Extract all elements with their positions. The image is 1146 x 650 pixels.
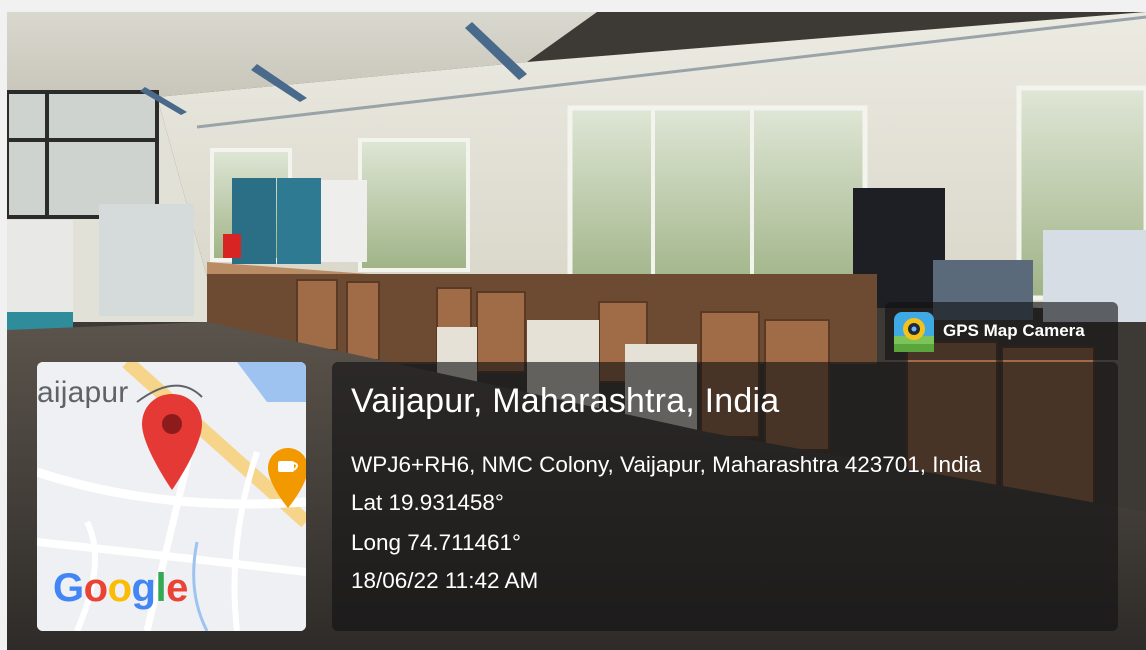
- google-logo-letter: o: [107, 566, 132, 610]
- google-logo-letter: o: [83, 566, 108, 610]
- google-logo-letter: e: [166, 566, 188, 610]
- google-logo-letter: G: [53, 566, 84, 610]
- location-latitude: Lat 19.931458°: [351, 490, 504, 515]
- location-pin-icon: [142, 394, 202, 490]
- google-logo-letter: l: [155, 566, 167, 610]
- coffee-cup-icon: [268, 448, 306, 508]
- location-title: Vaijapur, Maharashtra, India: [351, 382, 780, 420]
- location-address: WPJ6+RH6, NMC Colony, Vaijapur, Maharash…: [351, 452, 982, 477]
- location-longitude: Long 74.711461°: [351, 530, 521, 555]
- map-thumbnail: aijapur Google: [37, 362, 306, 631]
- google-logo-letter: g: [131, 566, 156, 610]
- location-datetime: 18/06/22 11:42 AM: [351, 568, 539, 593]
- google-logo: Google: [53, 566, 188, 611]
- gps-map-camera-badge: GPS Map Camera: [885, 302, 1118, 360]
- gps-map-camera-label: GPS Map Camera: [943, 321, 1085, 340]
- gps-camera-app-icon: [894, 312, 934, 352]
- map-place-label: aijapur: [37, 376, 129, 409]
- location-info-card: Vaijapur, Maharashtra, India WPJ6+RH6, N…: [332, 362, 1118, 631]
